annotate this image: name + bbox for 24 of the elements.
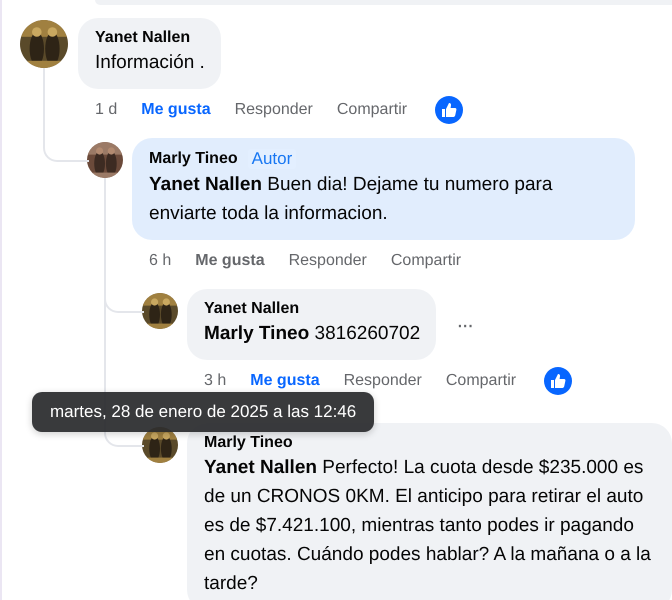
- reply-link[interactable]: Responder: [344, 372, 422, 390]
- comment-text: Marly Tineo 3816260702: [204, 322, 420, 346]
- comment-text: Información .: [95, 51, 205, 75]
- author-name[interactable]: Yanet Nallen: [204, 300, 300, 318]
- comment-time[interactable]: 6 h: [149, 252, 172, 270]
- reply-link[interactable]: Responder: [234, 101, 313, 119]
- thumbs-up-icon[interactable]: [435, 96, 464, 124]
- share-link[interactable]: Compartir: [336, 101, 408, 119]
- comment-time[interactable]: 1 d: [95, 101, 118, 119]
- author-name[interactable]: Marly Tineo: [149, 150, 238, 168]
- like-link[interactable]: Me gusta: [250, 372, 320, 390]
- author-name[interactable]: Marly Tineo: [204, 434, 293, 452]
- share-link[interactable]: Compartir: [390, 252, 462, 270]
- timestamp-tooltip: martes, 28 de enero de 2025 a las 12:46: [32, 392, 374, 432]
- share-link[interactable]: Compartir: [446, 372, 516, 390]
- comment-time[interactable]: 3 h: [204, 372, 226, 390]
- comment-text: Yanet Nallen Perfecto! La cuota desde $235.000 es de un CRONOS 0KM. El anticipo para retirar el auto es de $7.421.100, mientras tanto podes ir pagando en cuotas. Cuándo podes hablar? A la mañana o a la tarde?: [204, 456, 652, 596]
- reply-link[interactable]: Responder: [288, 252, 367, 270]
- like-link[interactable]: Me gusta: [195, 252, 265, 270]
- comment-text: Yanet Nallen Buen dia! Dejame tu numero para enviarte toda la informacion.: [149, 173, 554, 226]
- more-button[interactable]: ···: [456, 312, 472, 338]
- like-link[interactable]: Me gusta: [141, 101, 211, 119]
- author-name[interactable]: Yanet Nallen: [95, 29, 190, 47]
- thumbs-up-icon[interactable]: [544, 367, 572, 395]
